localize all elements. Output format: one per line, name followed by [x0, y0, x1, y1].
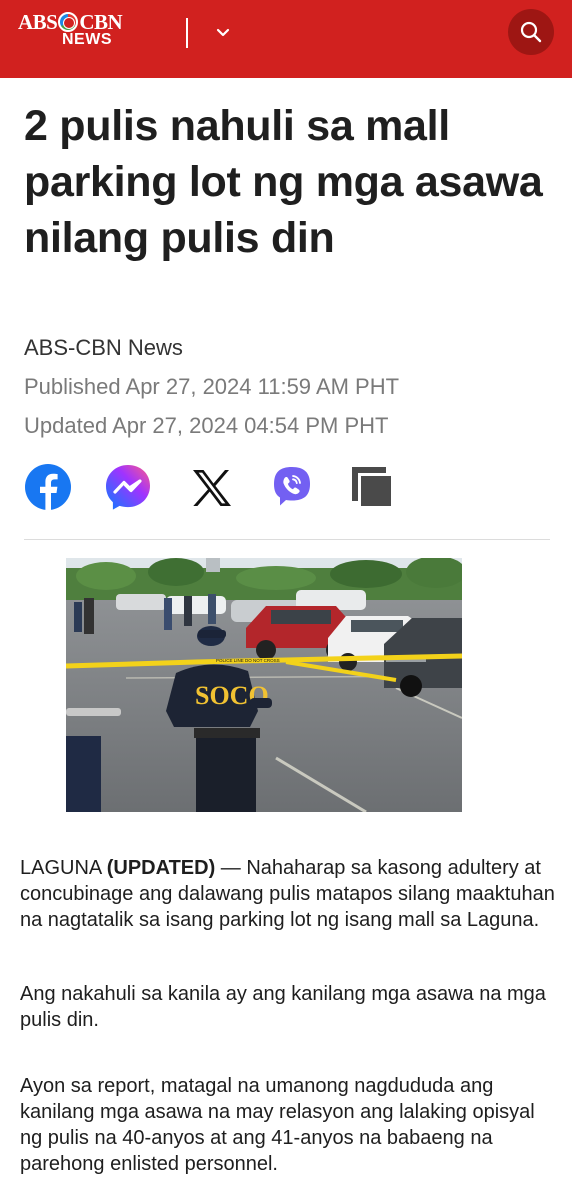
article-title: 2 pulis nahuli sa mall parking lot ng mg…	[24, 102, 543, 262]
copy-icon	[352, 467, 394, 509]
copy-link-button[interactable]	[350, 463, 398, 511]
messenger-icon	[106, 465, 150, 510]
x-share-button[interactable]	[187, 463, 235, 511]
x-icon	[193, 470, 231, 506]
updated-date: Updated Apr 27, 2024 04:54 PM PHT	[24, 413, 389, 438]
dateline: LAGUNA	[20, 857, 102, 879]
header-divider	[186, 18, 188, 48]
updated-tag: (UPDATED)	[106, 857, 216, 879]
chevron-down-icon[interactable]	[212, 22, 234, 44]
search-icon	[520, 21, 542, 43]
paragraph-1-text: — Nahaharap sa kasong adultery at concub…	[20, 857, 555, 931]
article-photo[interactable]: POLICE LINE DO NOT CROSS SOCO	[66, 558, 462, 812]
logo-text-abs: ABS	[18, 10, 58, 34]
viber-share-button[interactable]	[268, 463, 316, 511]
viber-icon	[274, 467, 310, 506]
article-paragraph-1: LAGUNA (UPDATED) — Nahaharap sa kasong a…	[20, 855, 555, 933]
messenger-share-button[interactable]	[104, 463, 152, 511]
logo-ring-icon	[58, 12, 79, 32]
article-paragraph-2: Ang nakahuli sa kanila ay ang kanilang m…	[20, 983, 546, 1031]
article-author[interactable]: ABS-CBN News	[24, 334, 183, 362]
police-tape-text: POLICE LINE DO NOT CROSS	[216, 658, 280, 663]
published-date: Published Apr 27, 2024 11:59 AM PHT	[24, 374, 400, 399]
parking-lot-scene: POLICE LINE DO NOT CROSS SOCO	[66, 558, 462, 812]
top-navigation-bar: ABS CBN NEWS	[0, 0, 572, 78]
search-button[interactable]	[508, 9, 554, 55]
share-divider	[24, 539, 550, 540]
abs-cbn-news-logo[interactable]: ABS CBN NEWS	[18, 8, 168, 52]
facebook-share-button[interactable]	[24, 463, 72, 511]
article-paragraph-3: Ayon sa report, matagal na umanong nagdu…	[20, 1075, 535, 1175]
facebook-icon	[25, 464, 71, 510]
logo-text-news: NEWS	[62, 31, 112, 48]
